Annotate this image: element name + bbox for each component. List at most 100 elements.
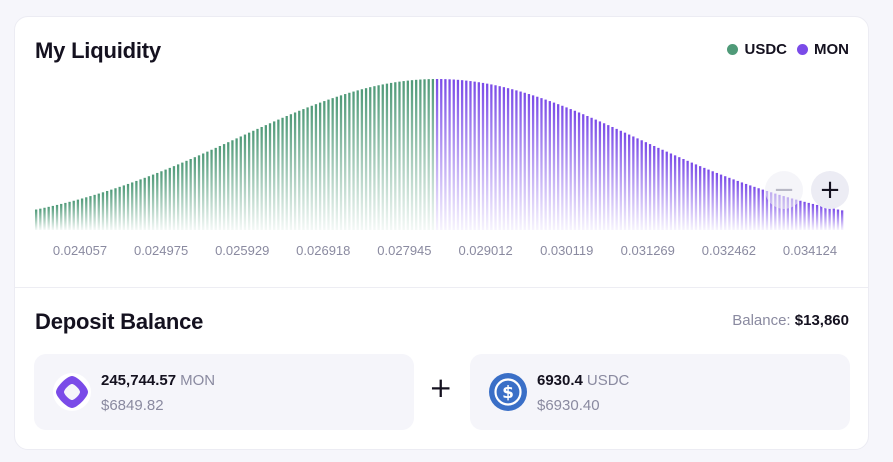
mon-liquidity-bar <box>511 89 514 231</box>
mon-liquidity-bar <box>477 82 480 231</box>
usdc-liquidity-bar <box>218 145 222 230</box>
mon-liquidity-bar <box>803 201 806 230</box>
usdc-liquidity-bar <box>310 105 313 230</box>
usdc-liquidity-bar <box>256 128 259 230</box>
usdc-liquidity-bar <box>381 84 384 231</box>
usdc-liquidity-bar <box>364 88 368 230</box>
mon-liquidity-bar <box>644 142 648 230</box>
x-tick-label: 0.034124 <box>783 243 837 258</box>
mon-liquidity-bar <box>602 123 606 230</box>
liquidity-card: My Liquidity USDC MON 0.024057 0.024975 0.… <box>14 16 869 450</box>
usdc-liquidity-bar <box>344 94 347 230</box>
mon-liquidity-bar <box>673 155 677 230</box>
mon-liquidity-bar <box>648 144 652 230</box>
mon-liquidity-bar <box>719 174 723 230</box>
deposit-balance: Balance: $13,860 <box>732 312 849 329</box>
usdc-liquidity-bar <box>369 87 372 231</box>
mon-liquidity-bar <box>736 180 739 230</box>
mon-liquidity-bar <box>590 117 593 230</box>
zoom-in-button[interactable]: + <box>811 171 849 209</box>
mon-liquidity-bar <box>619 130 622 230</box>
mon-liquidity-bar <box>686 160 689 230</box>
liquidity-chart: 0.024057 0.024975 0.025929 0.026918 0.027945… <box>35 79 844 258</box>
usdc-liquidity-bar <box>239 136 242 230</box>
usdc-liquidity-bar <box>419 79 422 230</box>
mon-liquidity-bar <box>832 208 835 230</box>
mon-liquidity-bar <box>531 95 535 230</box>
mon-liquidity-bar <box>724 176 727 230</box>
mon-liquidity-bar <box>615 128 618 230</box>
usdc-liquidity-bar <box>122 185 125 230</box>
usdc-liquidity-bar <box>193 157 196 230</box>
mon-liquidity-bar <box>456 79 460 230</box>
mon-liquidity-bar <box>481 82 485 230</box>
usdc-liquidity-bar <box>89 196 92 230</box>
section-divider <box>15 287 868 288</box>
usdc-liquidity-bar <box>110 189 113 230</box>
mon-liquidity-bar <box>807 202 810 230</box>
mon-liquidity-bar <box>653 145 656 230</box>
usdc-liquidity-bar <box>235 138 238 230</box>
mon-liquidity-bar <box>506 88 510 230</box>
usdc-liquidity-bar <box>360 89 364 231</box>
usdc-amount: 6930.4 USDC <box>537 372 629 389</box>
mon-usd-value: $6849.82 <box>101 397 164 414</box>
usdc-liquidity-bar <box>398 81 401 230</box>
mon-liquidity-bar <box>465 80 468 230</box>
usdc-liquidity-bar <box>252 130 255 230</box>
zoom-out-button[interactable]: − <box>765 171 803 209</box>
x-tick-label: 0.024975 <box>134 243 188 258</box>
chart-bars <box>35 79 844 231</box>
usdc-liquidity-bar <box>197 155 201 230</box>
usdc-liquidity-bar <box>126 183 130 230</box>
usdc-liquidity-bar <box>306 107 309 230</box>
usdc-liquidity-bar <box>318 102 322 230</box>
usdc-logo-icon: $ <box>489 373 527 411</box>
mon-liquidity-bar <box>661 149 664 230</box>
svg-text:$: $ <box>502 383 514 403</box>
usdc-liquidity-bar <box>156 172 159 230</box>
x-tick-label: 0.025929 <box>215 243 269 258</box>
mon-liquidity-bar <box>490 84 493 231</box>
x-tick-label: 0.032462 <box>702 243 756 258</box>
mon-liquidity-bar <box>460 80 464 230</box>
plus-separator: + <box>429 371 453 404</box>
mon-liquidity-bar <box>598 121 602 230</box>
usdc-liquidity-bar <box>168 167 171 230</box>
usdc-liquidity-bar <box>68 201 71 230</box>
mon-liquidity-bar <box>636 138 639 230</box>
usdc-liquidity-bar <box>85 197 88 230</box>
usdc-liquidity-bar <box>139 179 142 230</box>
usdc-liquidity-bar <box>281 117 284 230</box>
deposit-title: Deposit Balance <box>35 309 204 334</box>
usdc-liquidity-bar <box>160 171 163 230</box>
mon-liquidity-bar <box>682 159 685 230</box>
usdc-liquidity-bar <box>331 98 334 230</box>
usdc-symbol: USDC <box>586 372 630 389</box>
mon-liquidity-bar <box>540 98 543 230</box>
usdc-liquidity-bar <box>231 140 234 230</box>
mon-liquidity-bar <box>740 182 744 230</box>
usdc-liquidity-bar <box>410 80 414 230</box>
mon-liquidity-bar <box>440 79 443 230</box>
usdc-liquidity-bar <box>93 194 96 230</box>
mon-liquidity-bar <box>586 115 589 230</box>
usdc-liquidity-bar <box>189 159 192 230</box>
mon-liquidity-bar <box>448 79 451 230</box>
mon-liquidity-bar <box>824 206 827 230</box>
usdc-liquidity-bar <box>143 177 146 230</box>
mon-liquidity-bar <box>502 87 506 231</box>
mon-liquidity-bar <box>744 183 748 230</box>
usdc-liquidity-bar <box>264 125 267 230</box>
mon-liquidity-bar <box>753 186 756 230</box>
mon-liquidity-bar <box>728 177 731 230</box>
usdc-liquidity-bar <box>51 205 54 230</box>
mon-liquidity-bar <box>678 157 681 230</box>
usdc-liquidity-bar <box>101 192 105 230</box>
usdc-liquidity-bar <box>243 134 247 230</box>
mon-liquidity-bar <box>552 102 556 230</box>
mon-liquidity-bar <box>611 126 614 230</box>
usdc-liquidity-bar <box>247 132 251 230</box>
usdc-liquidity-bar <box>431 79 435 230</box>
mon-liquidity-bar <box>799 200 802 230</box>
